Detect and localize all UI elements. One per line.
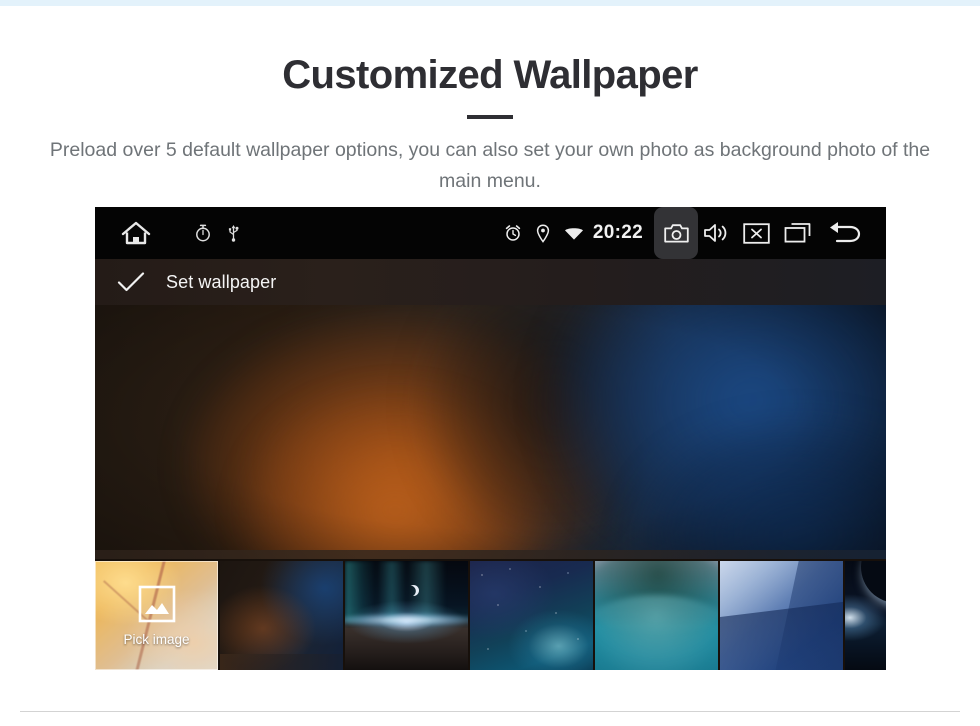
bottom-divider <box>20 711 960 712</box>
wifi-icon <box>564 226 584 241</box>
wallpaper-preview[interactable] <box>95 305 886 559</box>
alarm-icon <box>504 224 522 242</box>
recents-icon[interactable] <box>784 222 812 244</box>
device-screenshot: 20:22 Set wallpaper Pick image <box>95 207 886 670</box>
usb-icon <box>227 224 240 242</box>
title-underline-rule <box>467 115 513 119</box>
list-item[interactable] <box>595 561 718 670</box>
picture-icon <box>138 585 176 623</box>
close-box-icon[interactable] <box>743 222 770 244</box>
android-status-bar: 20:22 <box>95 207 886 259</box>
home-icon[interactable] <box>120 219 152 247</box>
list-item[interactable]: Pick image <box>95 561 218 670</box>
thumb-floor-band <box>220 654 343 670</box>
list-item[interactable] <box>845 561 886 670</box>
top-accent-band <box>0 0 980 6</box>
action-bar-title: Set wallpaper <box>166 271 277 292</box>
camera-icon[interactable] <box>654 207 698 259</box>
list-item[interactable] <box>220 561 343 670</box>
page-subtitle: Preload over 5 default wallpaper options… <box>49 139 931 192</box>
back-icon[interactable] <box>826 221 864 245</box>
preview-vignette <box>95 305 886 559</box>
list-item[interactable] <box>720 561 843 670</box>
preview-floor-band <box>95 550 886 559</box>
volume-icon[interactable] <box>703 222 729 244</box>
page-title: Customized Wallpaper <box>282 53 698 97</box>
thumb-stars-decoration <box>470 561 593 670</box>
pick-image-button[interactable]: Pick image <box>95 561 218 670</box>
thumb-wave-arc-3 <box>595 595 718 670</box>
status-bar-right-group: 20:22 <box>504 207 886 259</box>
headline-block: Customized Wallpaper Preload over 5 defa… <box>0 52 980 197</box>
wallpaper-thumbnail-strip[interactable]: Pick image <box>95 559 886 670</box>
thumb-horizon-glow <box>345 613 468 627</box>
set-wallpaper-action-bar[interactable]: Set wallpaper <box>95 259 886 305</box>
moon-icon <box>408 585 419 596</box>
status-bar-left-group <box>95 219 240 247</box>
list-item[interactable] <box>345 561 468 670</box>
status-bar-clock: 20:22 <box>592 222 643 243</box>
check-icon[interactable] <box>117 271 145 293</box>
list-item[interactable] <box>470 561 593 670</box>
timer-icon[interactable] <box>195 224 211 242</box>
location-icon <box>536 223 550 243</box>
pick-image-label: Pick image <box>123 631 190 647</box>
